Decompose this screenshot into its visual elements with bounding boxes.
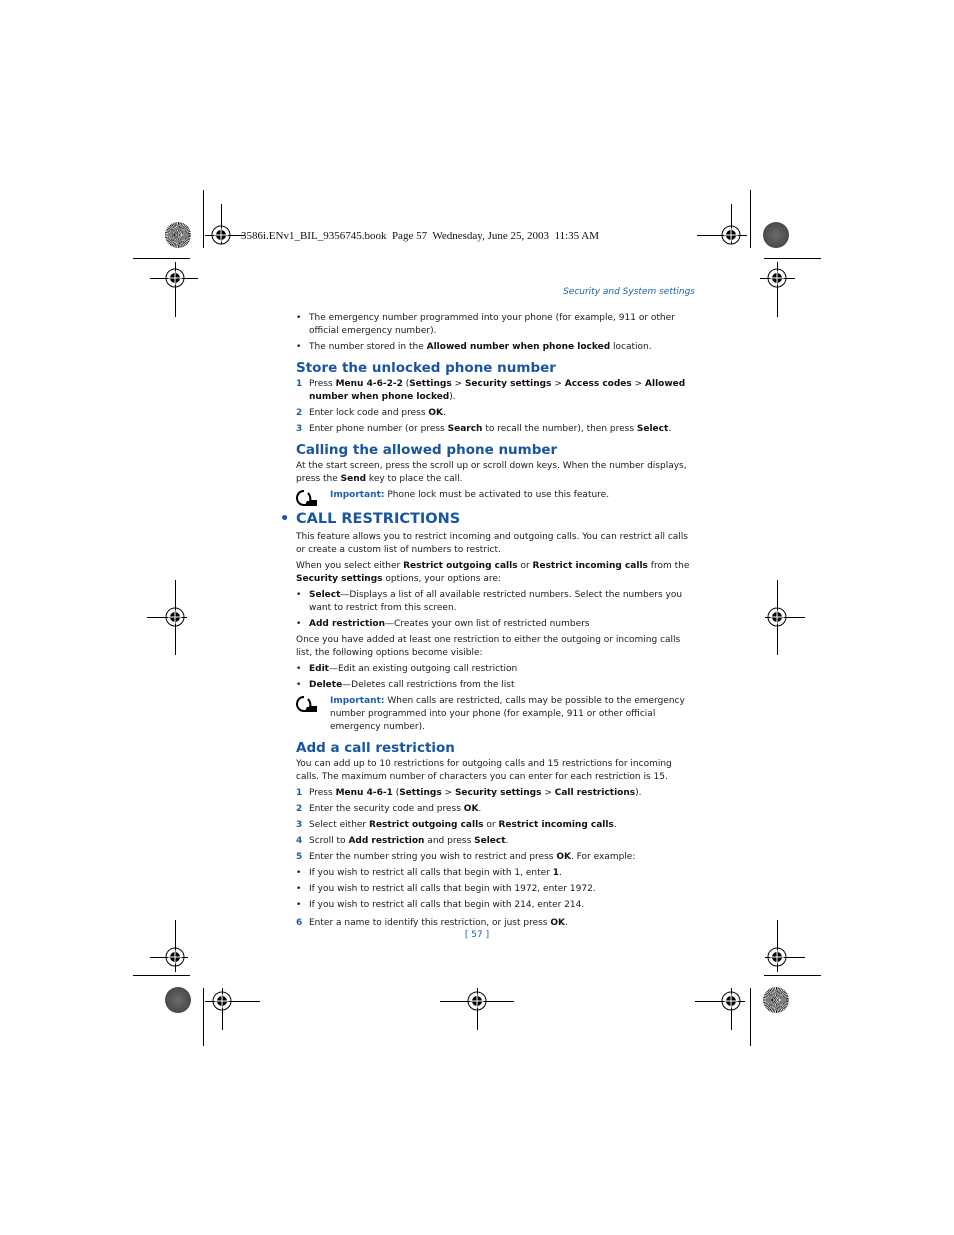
step-number: 6 xyxy=(296,918,303,928)
step-item: 2 Enter lock code and press OK. xyxy=(296,408,446,418)
registration-mark-icon xyxy=(165,268,185,288)
running-head: Security and System settings xyxy=(563,287,695,297)
store-steps-list: 1 Press Menu 4-6-2-2 (Settings > Security… xyxy=(296,378,696,436)
list-item: If you wish to restrict all calls that b… xyxy=(296,899,696,912)
crop-line xyxy=(203,988,204,1046)
final-step: 6 Enter a name to identify this restricti… xyxy=(296,917,696,930)
list-item: Delete—Deletes call restrictions from th… xyxy=(296,679,696,692)
registration-mark-icon xyxy=(211,225,231,245)
after-intro: Once you have added at least one restric… xyxy=(296,635,681,658)
crop-line xyxy=(764,258,821,259)
step-number: 1 xyxy=(296,379,303,389)
add-intro: You can add up to 10 restrictions for ou… xyxy=(296,759,672,782)
page-number: [ 57 ] xyxy=(464,930,490,940)
important-note: Important: Phone lock must be activated … xyxy=(296,489,696,506)
gray-disc-icon xyxy=(165,987,191,1013)
options-intro: When you select either Restrict outgoing… xyxy=(296,561,690,584)
starburst-disc-icon xyxy=(165,222,191,248)
crop-line xyxy=(203,190,204,248)
step-item: 3 Enter phone number (or press Search to … xyxy=(296,424,672,434)
step-item: 5 Enter the number string you wish to res… xyxy=(296,852,636,862)
registration-mark-icon xyxy=(721,225,741,245)
step-number: 4 xyxy=(296,836,303,846)
step-number: 2 xyxy=(296,408,303,418)
step-item: 6 Enter a name to identify this restricti… xyxy=(296,918,568,928)
list-item: Select—Displays a list of all available … xyxy=(296,589,696,615)
step-item: 4 Scroll to Add restriction and press Sel… xyxy=(296,836,509,846)
section-heading-store: Store the unlocked phone number xyxy=(296,360,556,376)
step-item: 1 Press Menu 4-6-1 (Settings > Security s… xyxy=(296,788,642,798)
crop-line xyxy=(133,258,190,259)
list-item: Edit—Edit an existing outgoing call rest… xyxy=(296,663,696,676)
step-item: 2 Enter the security code and press OK. xyxy=(296,804,482,814)
step-item: 3 Select either Restrict outgoing calls o… xyxy=(296,820,617,830)
step-number: 3 xyxy=(296,820,303,830)
registration-mark-icon xyxy=(767,607,787,627)
crop-line xyxy=(133,975,190,976)
section-heading-call-restrictions: • CALL RESTRICTIONS xyxy=(280,511,461,527)
step-number: 2 xyxy=(296,804,303,814)
step-number: 3 xyxy=(296,424,303,434)
important-note: Important: When calls are restricted, ca… xyxy=(296,695,696,734)
hand-pointer-icon xyxy=(296,490,317,506)
registration-mark-icon xyxy=(212,991,232,1011)
hand-pointer-icon xyxy=(296,696,317,712)
gray-disc-icon xyxy=(763,222,789,248)
crop-line xyxy=(750,190,751,248)
list-item: If you wish to restrict all calls that b… xyxy=(296,883,696,896)
list-item: The number stored in the Allowed number … xyxy=(296,341,696,354)
print-slug: 3586i.ENv1_BIL_9356745.book Page 57 Wedn… xyxy=(241,230,600,242)
bullet-icon: • xyxy=(280,511,290,527)
crop-line xyxy=(764,975,821,976)
add-steps-list: 1 Press Menu 4-6-1 (Settings > Security s… xyxy=(296,787,696,864)
list-item: If you wish to restrict all calls that b… xyxy=(296,867,696,880)
crop-line xyxy=(750,988,751,1046)
examples-list: If you wish to restrict all calls that b… xyxy=(296,867,696,912)
registration-mark-icon xyxy=(767,268,787,288)
step-number: 1 xyxy=(296,788,303,798)
registration-mark-icon xyxy=(721,991,741,1011)
section-heading-add: Add a call restriction xyxy=(296,740,455,756)
list-item: The emergency number programmed into you… xyxy=(296,312,696,338)
restrictions-intro: This feature allows you to restrict inco… xyxy=(296,532,688,555)
page-content: The emergency number programmed into you… xyxy=(280,312,696,933)
list-item: Add restriction—Creates your own list of… xyxy=(296,618,696,631)
calling-body: At the start screen, press the scroll up… xyxy=(296,461,687,484)
step-item: 1 Press Menu 4-6-2-2 (Settings > Security… xyxy=(296,379,686,402)
section-heading-calling: Calling the allowed phone number xyxy=(296,442,558,458)
registration-mark-icon xyxy=(467,991,487,1011)
starburst-disc-icon xyxy=(763,987,789,1013)
registration-mark-icon xyxy=(165,607,185,627)
registration-mark-icon xyxy=(165,947,185,967)
step-number: 5 xyxy=(296,852,303,862)
registration-mark-icon xyxy=(767,947,787,967)
